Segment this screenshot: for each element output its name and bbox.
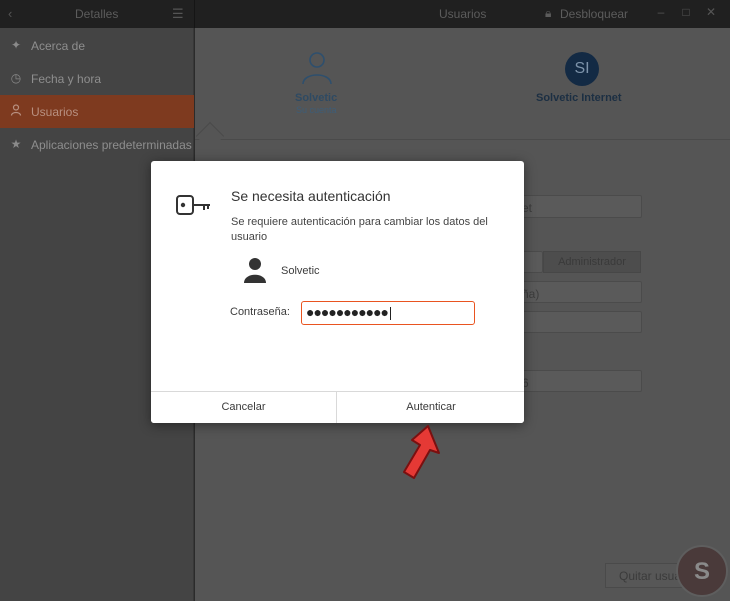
dialog-message: Se requiere autenticación para cambiar l… [231,216,488,243]
field-text: ña) [522,287,540,301]
dialog-title: Se necesita autenticación [231,188,391,204]
user-name: Solvetic [295,92,338,104]
sidebar-item-label: Usuarios [31,105,79,119]
maximize-icon[interactable]: □ [679,5,693,19]
header-divider [194,0,195,28]
key-icon [175,190,213,220]
watermark-logo: S [676,545,728,597]
pointer-arrow-icon [395,420,443,482]
password-value: ●●●●●●●●●●● [306,304,389,320]
close-icon[interactable]: ✕ [704,5,718,19]
user-avatar-icon[interactable] [299,50,335,86]
sidebar-title: Detalles [75,7,119,21]
user-icon [243,257,267,283]
sidebar-item-date-time[interactable]: ◷ Fecha y hora [0,62,194,95]
person-icon [9,104,23,119]
administrator-toggle[interactable]: Administrador [543,251,641,273]
dialog-actions: Cancelar Autenticar [151,391,524,423]
text-cursor [390,306,392,320]
auth-dialog: Se necesita autenticación Se requiere au… [151,161,524,423]
password-input[interactable]: ●●●●●●●●●●● [301,301,475,325]
page-title: Usuarios [439,7,487,21]
language-field[interactable]: 6 [515,370,642,392]
minimize-icon[interactable]: – [654,5,668,19]
clock-icon: ◷ [10,71,22,85]
cancel-button[interactable]: Cancelar [151,392,337,423]
menu-icon[interactable]: ☰ [172,6,184,22]
unlock-button[interactable]: Desbloquear [560,7,628,21]
user-subtitle: Su cuenta [296,105,337,115]
sidebar-item-about[interactable]: ✦ Acerca de [0,29,194,62]
sidebar-item-default-apps[interactable]: ★ Aplicaciones predeterminadas [0,128,194,161]
sparkle-icon: ✦ [10,38,22,52]
sidebar-item-label: Aplicaciones predeterminadas [31,138,192,152]
divider [195,139,730,140]
authenticate-button[interactable]: Autenticar [338,392,524,423]
fullname-field[interactable]: et [515,195,642,218]
selection-indicator [195,121,225,151]
dialog-user-name: Solvetic [281,265,320,277]
password-label: Contraseña: [230,306,290,318]
user-name: Solvetic Internet [536,92,622,104]
lock-icon[interactable]: 🔒︎ [545,6,551,21]
sidebar-item-users[interactable]: Usuarios [0,95,194,128]
back-icon[interactable]: ‹ [8,6,12,21]
avatar[interactable]: SI [565,52,599,86]
login-field[interactable] [515,311,642,333]
header-bar: ‹ Detalles ☰ Usuarios 🔒︎ Desbloquear – □… [0,0,730,28]
sidebar-item-label: Fecha y hora [31,72,102,86]
password-field[interactable]: ña) [515,281,642,303]
sidebar-item-label: Acerca de [31,39,86,53]
star-icon: ★ [10,137,22,151]
